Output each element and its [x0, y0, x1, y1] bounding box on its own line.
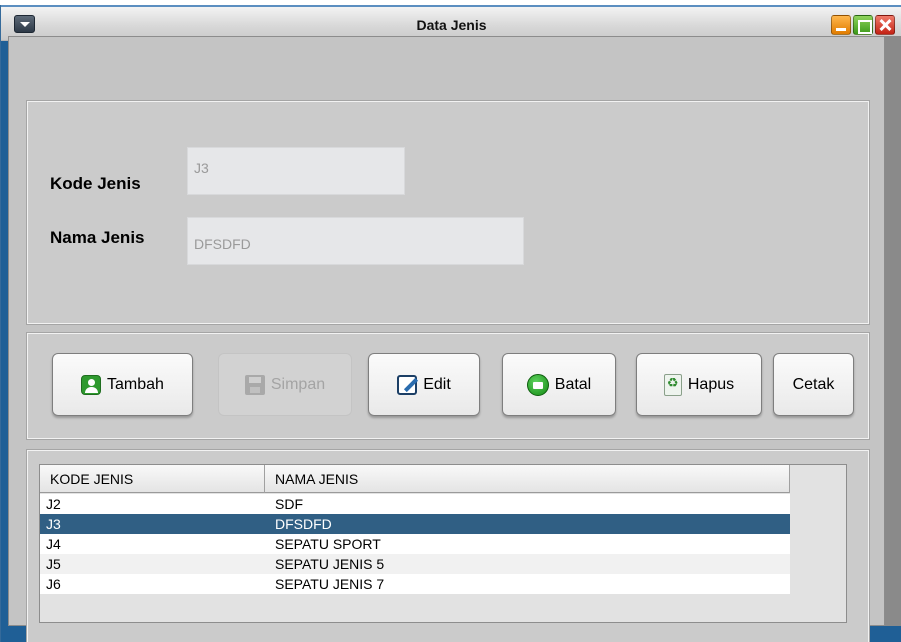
nama-jenis-field[interactable]: DFSDFD: [187, 217, 524, 265]
table-row[interactable]: J5 SEPATU JENIS 5: [40, 554, 790, 574]
form-panel: Kode Jenis J3 Nama Jenis DFSDFD: [26, 100, 870, 325]
minimize-icon[interactable]: [831, 15, 851, 35]
button-panel: Tambah Simpan Edit Batal Hapus Cetak: [26, 332, 870, 440]
pencil-edit-icon: [397, 374, 418, 395]
window-title: Data Jenis: [416, 17, 487, 33]
cell-nama-jenis: SEPATU JENIS 7: [275, 576, 385, 592]
cell-kode-jenis: J3: [46, 516, 61, 532]
nama-jenis-label: Nama Jenis: [50, 228, 145, 247]
edit-label: Edit: [423, 375, 451, 393]
cell-nama-jenis: SEPATU SPORT: [275, 536, 381, 552]
cancel-icon: [526, 373, 549, 396]
column-header-kode-jenis[interactable]: KODE JENIS: [40, 465, 265, 493]
cell-kode-jenis: J6: [46, 576, 61, 592]
close-icon[interactable]: [875, 15, 895, 35]
cell-kode-jenis: J2: [46, 496, 61, 512]
window-side-strip: [885, 36, 901, 626]
cell-kode-jenis: J5: [46, 556, 61, 572]
floppy-disk-icon: [244, 374, 265, 395]
content-area: Kode Jenis J3 Nama Jenis DFSDFD Tambah S…: [8, 36, 885, 642]
batal-label: Batal: [554, 375, 592, 393]
edit-button[interactable]: Edit: [368, 353, 480, 416]
simpan-button[interactable]: Simpan: [218, 353, 352, 416]
hapus-label: Hapus: [687, 375, 735, 393]
simpan-label: Simpan: [270, 375, 326, 393]
recycle-bin-icon: [663, 373, 682, 396]
kode-jenis-field[interactable]: J3: [187, 147, 405, 195]
cell-nama-jenis: SDF: [275, 496, 303, 512]
table-row[interactable]: J2 SDF: [40, 494, 790, 514]
table-header: KODE JENIS NAMA JENIS: [40, 465, 790, 493]
table-row-selected[interactable]: J3 DFSDFD: [40, 514, 790, 534]
table-body: J2 SDF J3 DFSDFD J4 SEPATU SPORT J5 SEPA…: [40, 494, 790, 594]
table-row[interactable]: J4 SEPATU SPORT: [40, 534, 790, 554]
cell-nama-jenis: SEPATU JENIS 5: [275, 556, 385, 572]
maximize-icon[interactable]: [853, 15, 873, 35]
table-panel: KODE JENIS NAMA JENIS J2 SDF J3 DFSDFD J…: [26, 449, 870, 642]
cell-kode-jenis: J4: [46, 536, 61, 552]
kode-jenis-label: Kode Jenis: [50, 174, 141, 193]
cetak-label: Cetak: [792, 375, 835, 393]
data-table: KODE JENIS NAMA JENIS J2 SDF J3 DFSDFD J…: [39, 464, 847, 623]
tambah-label: Tambah: [107, 375, 164, 393]
batal-button[interactable]: Batal: [502, 353, 616, 416]
table-row[interactable]: J6 SEPATU JENIS 7: [40, 574, 790, 594]
cetak-button[interactable]: Cetak: [773, 353, 854, 416]
cell-nama-jenis: DFSDFD: [275, 516, 332, 532]
add-user-icon: [81, 374, 102, 395]
hapus-button[interactable]: Hapus: [636, 353, 762, 416]
tambah-button[interactable]: Tambah: [52, 353, 193, 416]
column-header-nama-jenis[interactable]: NAMA JENIS: [265, 465, 790, 493]
